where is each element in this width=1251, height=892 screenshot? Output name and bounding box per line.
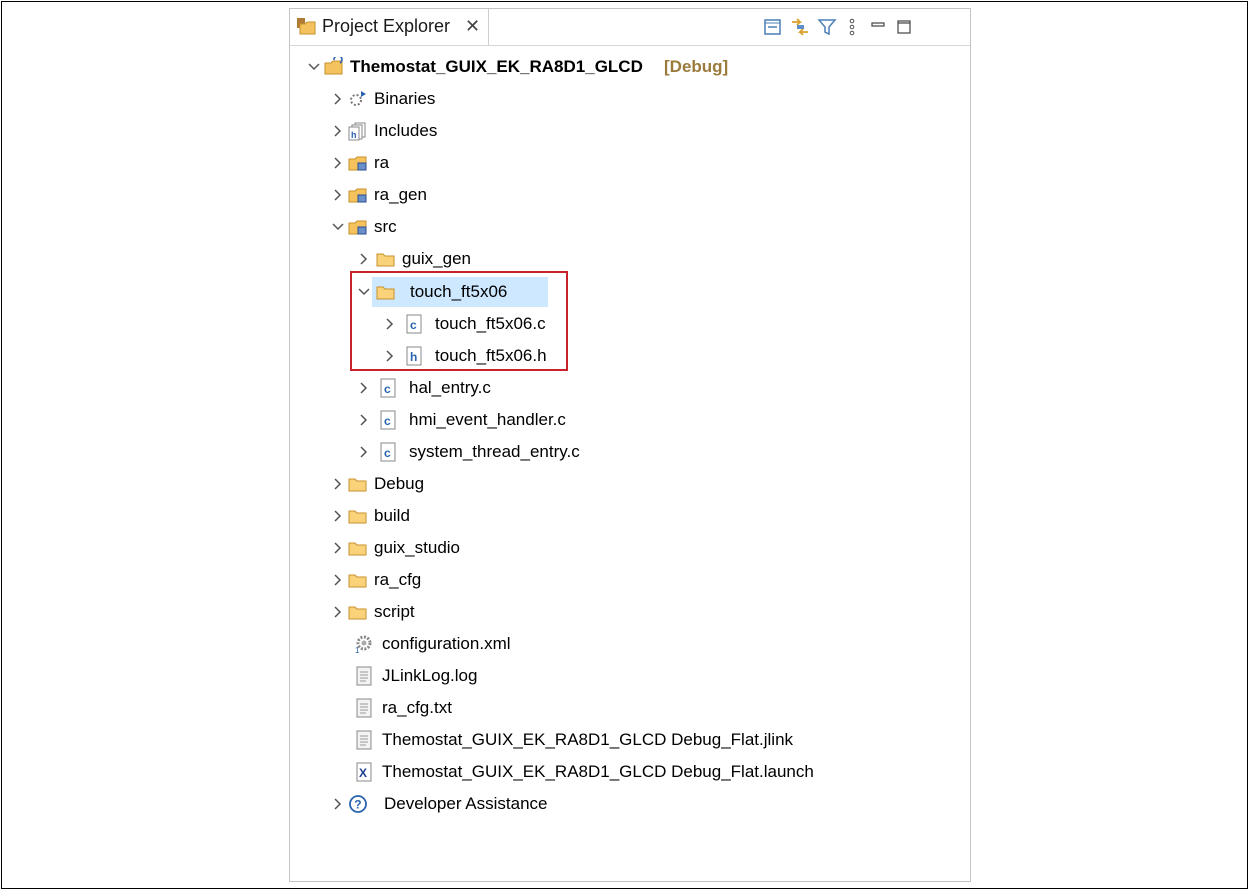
highlight-annotation-box [350,271,568,371]
tree-item-label: guix_studio [374,538,461,557]
tree-item-ra[interactable]: ra [300,148,700,178]
tree-item-hal-entry[interactable]: c hal_entry.c [300,373,700,403]
tree-item-label: ra [374,153,390,172]
xml-file-icon: X [356,762,372,782]
tree-item-label: ra_gen [374,185,427,204]
tab-project-explorer[interactable]: Project Explorer ✕ [290,9,489,45]
tree-item-label: ra_cfg.txt [382,698,452,717]
chevron-right-icon[interactable] [330,84,346,114]
svg-text:?: ? [354,798,361,812]
c-file-icon: c [380,442,396,462]
svg-text:c: c [384,382,391,396]
folder-icon [348,574,367,588]
tree-item-project[interactable]: Themostat_GUIX_EK_RA8D1_GLCD [Debug] [300,52,800,82]
svg-text:1: 1 [355,646,360,654]
chevron-right-icon[interactable] [330,565,346,595]
chevron-right-icon[interactable] [330,180,346,210]
includes-icon: h [348,122,366,141]
tree-item-script[interactable]: script [300,597,700,627]
folder-icon [348,510,367,524]
svg-text:c: c [384,414,391,428]
tree-item-label: build [374,506,410,525]
tree-item-hmi-event-handler[interactable]: c hmi_event_handler.c [300,405,700,435]
tree-item-ra-cfg[interactable]: ra_cfg [300,565,700,595]
tree-item-binaries[interactable]: Binaries [300,84,700,114]
tree-item-ra-gen[interactable]: ra_gen [300,180,700,210]
build-config-badge: [Debug] [664,57,729,76]
tree-item-label: JLinkLog.log [382,666,478,685]
tree-item-label: hmi_event_handler.c [409,410,566,429]
project-folder-icon [324,57,343,75]
tree-item-label: Binaries [374,89,436,108]
link-with-editor-icon[interactable] [790,17,810,37]
tree-item-label: ra_cfg [374,570,422,589]
tree-item-label: configuration.xml [382,634,511,653]
svg-text:X: X [359,766,367,780]
chevron-down-icon[interactable] [306,52,322,82]
maximize-icon[interactable] [894,17,914,37]
view-menu-icon[interactable] [842,17,862,37]
source-folder-icon [348,156,367,171]
minimize-icon[interactable] [868,17,888,37]
tree-item-jlinklog[interactable]: JLinkLog.log [300,661,700,691]
chevron-right-icon[interactable] [330,469,346,499]
collapse-all-icon[interactable] [763,17,783,37]
text-file-icon [356,666,372,686]
chevron-down-icon[interactable] [330,212,346,242]
folder-icon [376,253,395,267]
text-file-icon [356,730,372,750]
chevron-right-icon[interactable] [356,373,372,403]
tree-item-label: hal_entry.c [409,378,491,397]
source-folder-icon [348,188,367,203]
folder-icon [348,542,367,556]
project-explorer-icon [297,18,316,35]
tree-item-label: src [374,217,397,236]
source-folder-icon [348,220,367,235]
chevron-right-icon[interactable] [330,533,346,563]
filter-icon[interactable] [817,17,837,37]
tree-item-label: Developer Assistance [384,794,548,813]
svg-text:h: h [351,130,357,140]
tree-item-ra-cfg-txt[interactable]: ra_cfg.txt [300,693,700,723]
chevron-right-icon[interactable] [330,789,346,819]
tree-item-jlink-file[interactable]: Themostat_GUIX_EK_RA8D1_GLCD Debug_Flat.… [300,725,900,755]
tree-item-includes[interactable]: h Includes [300,116,700,146]
tree-item-debug[interactable]: Debug [300,469,700,499]
tree-item-guix-gen[interactable]: guix_gen [300,244,700,274]
c-file-icon: c [380,378,396,398]
text-file-icon [356,698,372,718]
project-name: Themostat_GUIX_EK_RA8D1_GLCD [350,57,643,76]
tree-item-developer-assistance[interactable]: ? Developer Assistance [300,789,700,819]
view-tab-bar: Project Explorer ✕ [290,9,970,46]
tree-item-guix-studio[interactable]: guix_studio [300,533,700,563]
folder-icon [348,606,367,620]
tree-item-label: Includes [374,121,438,140]
tree-item-label: guix_gen [402,249,472,268]
svg-text:c: c [384,446,391,460]
tab-title: Project Explorer [322,16,451,36]
chevron-right-icon[interactable] [330,148,346,178]
binaries-icon [350,91,366,106]
help-icon: ? [349,795,367,813]
tree-item-label: Themostat_GUIX_EK_RA8D1_GLCD Debug_Flat.… [382,762,814,781]
chevron-right-icon[interactable] [356,405,372,435]
folder-icon [348,478,367,492]
tree-item-build[interactable]: build [300,501,700,531]
chevron-right-icon[interactable] [330,116,346,146]
tree-item-configuration-xml[interactable]: 1 configuration.xml [300,629,700,659]
tree-item-label: script [374,602,415,621]
tree-item-launch-file[interactable]: X Themostat_GUIX_EK_RA8D1_GLCD Debug_Fla… [300,757,900,787]
gear-icon: 1 [355,635,372,654]
c-file-icon: c [380,410,396,430]
tree-item-label: system_thread_entry.c [409,442,580,461]
close-icon[interactable]: ✕ [465,17,480,35]
chevron-right-icon[interactable] [330,501,346,531]
chevron-right-icon[interactable] [356,437,372,467]
chevron-right-icon[interactable] [330,597,346,627]
tree-item-label: Debug [374,474,425,493]
tree-item-system-thread-entry[interactable]: c system_thread_entry.c [300,437,700,467]
tree-item-src[interactable]: src [300,212,700,242]
tree-item-label: Themostat_GUIX_EK_RA8D1_GLCD Debug_Flat.… [382,730,794,749]
chevron-right-icon[interactable] [356,244,372,274]
